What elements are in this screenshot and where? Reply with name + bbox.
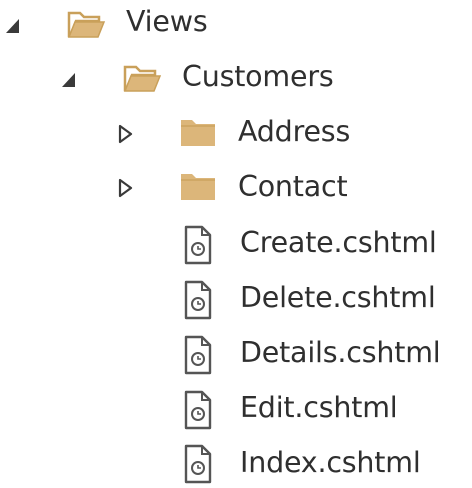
razor-file-icon — [184, 280, 212, 320]
open-folder-icon — [123, 65, 162, 92]
open-folder-icon — [67, 11, 106, 38]
tree-node-label: Index.cshtml — [240, 446, 421, 479]
solution-explorer-tree: Views Customers Address Contact Create.c… — [0, 0, 472, 488]
collapsed-arrow-icon[interactable] — [116, 124, 134, 144]
razor-file-icon — [184, 390, 212, 430]
tree-node-label: Contact — [238, 170, 348, 203]
tree-node-label: Create.cshtml — [240, 226, 437, 259]
tree-node-label: Customers — [182, 60, 334, 93]
collapsed-arrow-icon[interactable] — [116, 178, 134, 198]
tree-node-label: Edit.cshtml — [240, 391, 398, 424]
tree-node-label: Delete.cshtml — [240, 281, 436, 314]
expanded-arrow-icon[interactable] — [4, 16, 22, 36]
tree-node-label: Details.cshtml — [240, 336, 441, 369]
tree-node-label: Address — [238, 115, 351, 148]
closed-folder-icon — [181, 120, 215, 146]
tree-node-label: Views — [126, 5, 208, 38]
razor-file-icon — [184, 225, 212, 265]
expanded-arrow-icon[interactable] — [60, 70, 78, 90]
razor-file-icon — [184, 335, 212, 375]
razor-file-icon — [184, 444, 212, 484]
closed-folder-icon — [181, 174, 215, 200]
